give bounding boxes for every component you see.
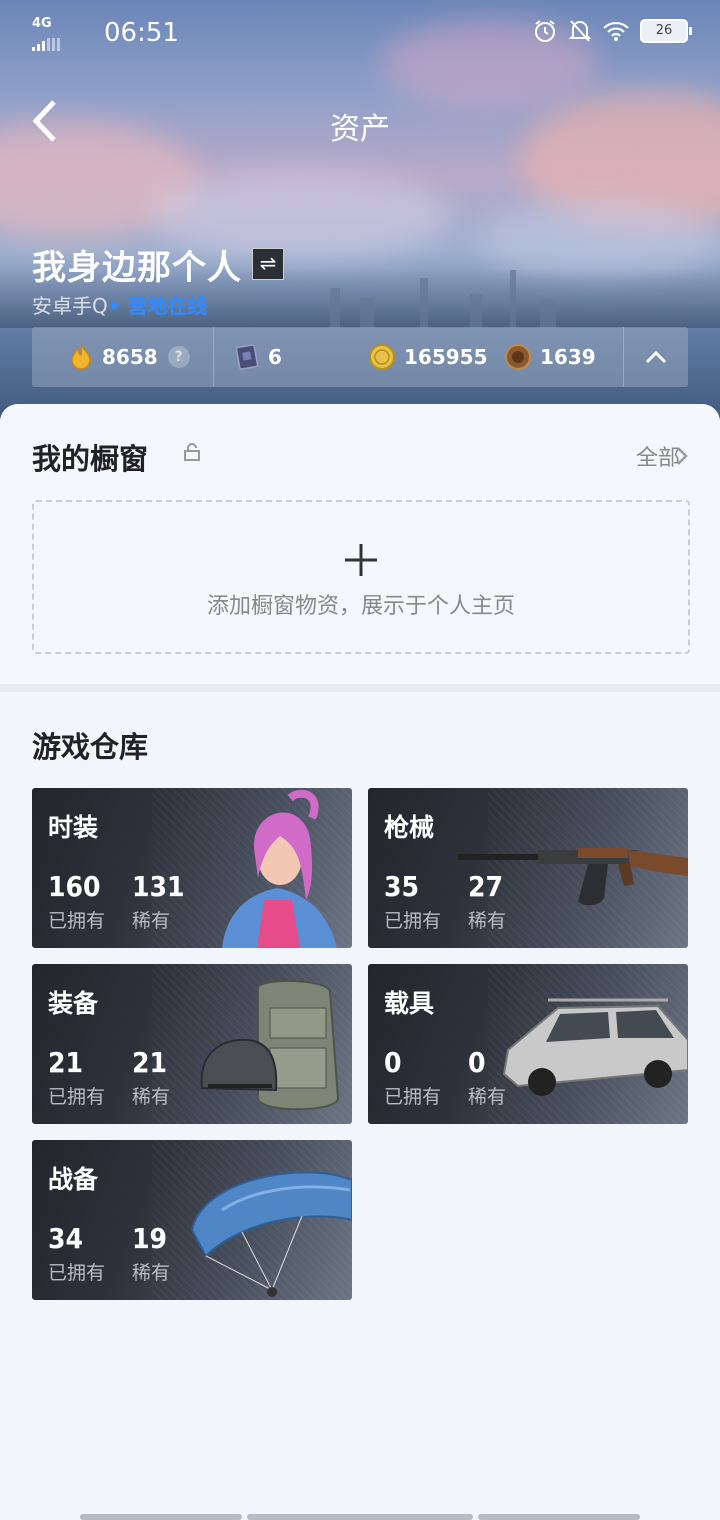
helmet-backpack-icon bbox=[200, 980, 340, 1111]
chevron-up-icon bbox=[645, 350, 667, 364]
network-type: 4G bbox=[32, 16, 52, 31]
owned-label: 已拥有 bbox=[48, 1086, 106, 1108]
chevron-right-icon bbox=[677, 447, 688, 465]
category-name: 战备 bbox=[48, 1165, 99, 1194]
divider bbox=[213, 327, 214, 387]
switch-account-button[interactable]: ⇌ bbox=[252, 248, 284, 280]
view-all-link[interactable]: 全部 bbox=[636, 440, 680, 472]
warehouse-card-equipment[interactable]: 装备 21 21 已拥有 稀有 bbox=[32, 964, 352, 1124]
alarm-icon bbox=[535, 20, 555, 42]
rare-label: 稀有 bbox=[468, 1086, 507, 1108]
battery-indicator: 26 bbox=[640, 19, 692, 43]
gold-coin-icon bbox=[369, 344, 395, 370]
rare-count: 19 bbox=[132, 1222, 168, 1255]
category-name: 载具 bbox=[384, 989, 435, 1018]
platform-info: 安卓手Q• 营地在线 bbox=[32, 290, 208, 319]
rare-label: 稀有 bbox=[468, 910, 507, 932]
category-name: 装备 bbox=[48, 989, 99, 1018]
home-indicator bbox=[247, 1514, 473, 1520]
currency-value: 8658 bbox=[102, 345, 158, 369]
owned-count: 160 bbox=[48, 870, 101, 903]
rare-label: 稀有 bbox=[132, 1086, 171, 1108]
home-indicator bbox=[478, 1514, 640, 1520]
category-name: 枪械 bbox=[384, 813, 435, 842]
username: 我身边那个人 bbox=[32, 248, 242, 288]
rare-label: 稀有 bbox=[132, 1262, 171, 1284]
section-divider bbox=[0, 684, 720, 692]
section-title: 游戏仓库 bbox=[32, 730, 149, 764]
rare-count: 21 bbox=[132, 1046, 168, 1079]
content-sheet: 我的橱窗 全部 添加橱窗物资，展示于个人主页 游戏仓库 时装 160 131 已… bbox=[0, 404, 720, 1520]
warehouse-card-vehicles[interactable]: 载具 0 0 已拥有 稀有 bbox=[368, 964, 688, 1124]
rare-count: 0 bbox=[468, 1046, 486, 1079]
flame-coin-icon bbox=[71, 344, 91, 370]
wifi-icon bbox=[603, 21, 629, 41]
online-status: • 营地在线 bbox=[107, 294, 208, 318]
home-indicator bbox=[80, 1514, 242, 1520]
signal-strength-icon bbox=[32, 32, 62, 51]
card-ticket-icon bbox=[235, 344, 259, 370]
section-title: 我的橱窗 bbox=[32, 442, 149, 476]
warehouse-card-supplies[interactable]: 战备 34 19 已拥有 稀有 bbox=[32, 1140, 352, 1300]
lock-icon bbox=[184, 443, 200, 461]
owned-label: 已拥有 bbox=[384, 1086, 442, 1108]
currency-value: 6 bbox=[268, 345, 282, 369]
owned-label: 已拥有 bbox=[48, 1262, 106, 1284]
rare-count: 131 bbox=[132, 870, 185, 903]
owned-count: 34 bbox=[48, 1222, 84, 1255]
category-name: 时装 bbox=[48, 813, 99, 842]
currency-flame[interactable]: 8658 ? bbox=[68, 327, 190, 387]
currency-value: 1639 bbox=[540, 345, 596, 369]
owned-count: 21 bbox=[48, 1046, 84, 1079]
currency-gold[interactable]: 165955 bbox=[368, 327, 488, 387]
collapse-button[interactable] bbox=[624, 327, 688, 387]
currency-value: 165955 bbox=[404, 345, 488, 369]
warehouse-card-outfits[interactable]: 时装 160 131 已拥有 稀有 bbox=[32, 788, 352, 948]
showcase-section: 我的橱窗 全部 添加橱窗物资，展示于个人主页 bbox=[0, 404, 720, 684]
currency-bar: 8658 ? 6 165955 1639 bbox=[32, 327, 688, 387]
add-showcase-item-button[interactable]: 添加橱窗物资，展示于个人主页 bbox=[32, 500, 690, 654]
parachute-icon bbox=[190, 1171, 352, 1297]
page-title: 资产 bbox=[330, 112, 390, 147]
clock: 06:51 bbox=[104, 18, 179, 48]
owned-count: 35 bbox=[384, 870, 420, 903]
owned-count: 0 bbox=[384, 1046, 402, 1079]
owned-label: 已拥有 bbox=[384, 910, 442, 932]
warehouse-card-weapons[interactable]: 枪械 35 27 已拥有 稀有 bbox=[368, 788, 688, 948]
owned-label: 已拥有 bbox=[48, 910, 106, 932]
help-icon[interactable]: ? bbox=[167, 346, 190, 368]
bronze-medal-icon bbox=[505, 344, 531, 370]
add-showcase-hint: 添加橱窗物资，展示于个人主页 bbox=[206, 594, 515, 619]
car-icon bbox=[502, 998, 688, 1096]
plus-icon bbox=[345, 544, 377, 576]
rare-count: 27 bbox=[468, 870, 504, 903]
platform-label: 安卓手Q bbox=[32, 294, 108, 318]
rare-label: 稀有 bbox=[132, 910, 171, 932]
character-outfit-icon bbox=[222, 789, 337, 948]
mute-bell-icon bbox=[568, 20, 592, 42]
currency-bronze[interactable]: 1639 bbox=[504, 327, 596, 387]
currency-ticket[interactable]: 6 bbox=[234, 327, 282, 387]
status-bar: 4G 06:51 26 bbox=[0, 0, 720, 66]
